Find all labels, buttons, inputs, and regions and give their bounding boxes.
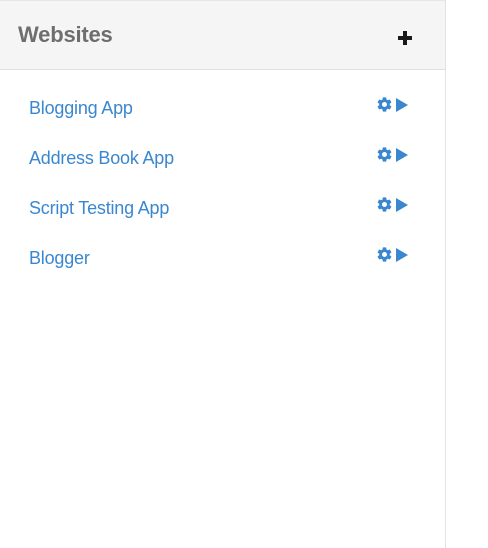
play-icon[interactable] bbox=[395, 147, 409, 163]
list-item: Blogger bbox=[0, 234, 446, 284]
list-item: Address Book App bbox=[0, 134, 446, 184]
website-link[interactable]: Script Testing App bbox=[29, 198, 169, 219]
plus-icon[interactable] bbox=[397, 30, 413, 46]
play-icon[interactable] bbox=[395, 197, 409, 213]
websites-panel: Websites Blogging App Address Book App S… bbox=[0, 0, 446, 548]
gear-icon[interactable] bbox=[376, 96, 393, 113]
website-link[interactable]: Blogger bbox=[29, 248, 90, 269]
website-link[interactable]: Address Book App bbox=[29, 148, 174, 169]
website-list: Blogging App Address Book App Script Tes… bbox=[0, 84, 446, 284]
gear-icon[interactable] bbox=[376, 196, 393, 213]
add-website-button[interactable] bbox=[397, 30, 413, 46]
list-item: Script Testing App bbox=[0, 184, 446, 234]
item-actions bbox=[376, 146, 409, 163]
gear-icon[interactable] bbox=[376, 146, 393, 163]
gear-icon[interactable] bbox=[376, 246, 393, 263]
website-link[interactable]: Blogging App bbox=[29, 98, 133, 119]
play-icon[interactable] bbox=[395, 247, 409, 263]
list-item: Blogging App bbox=[0, 84, 446, 134]
item-actions bbox=[376, 246, 409, 263]
panel-header: Websites bbox=[0, 0, 445, 70]
play-icon[interactable] bbox=[395, 97, 409, 113]
item-actions bbox=[376, 96, 409, 113]
item-actions bbox=[376, 196, 409, 213]
panel-title: Websites bbox=[18, 22, 113, 47]
